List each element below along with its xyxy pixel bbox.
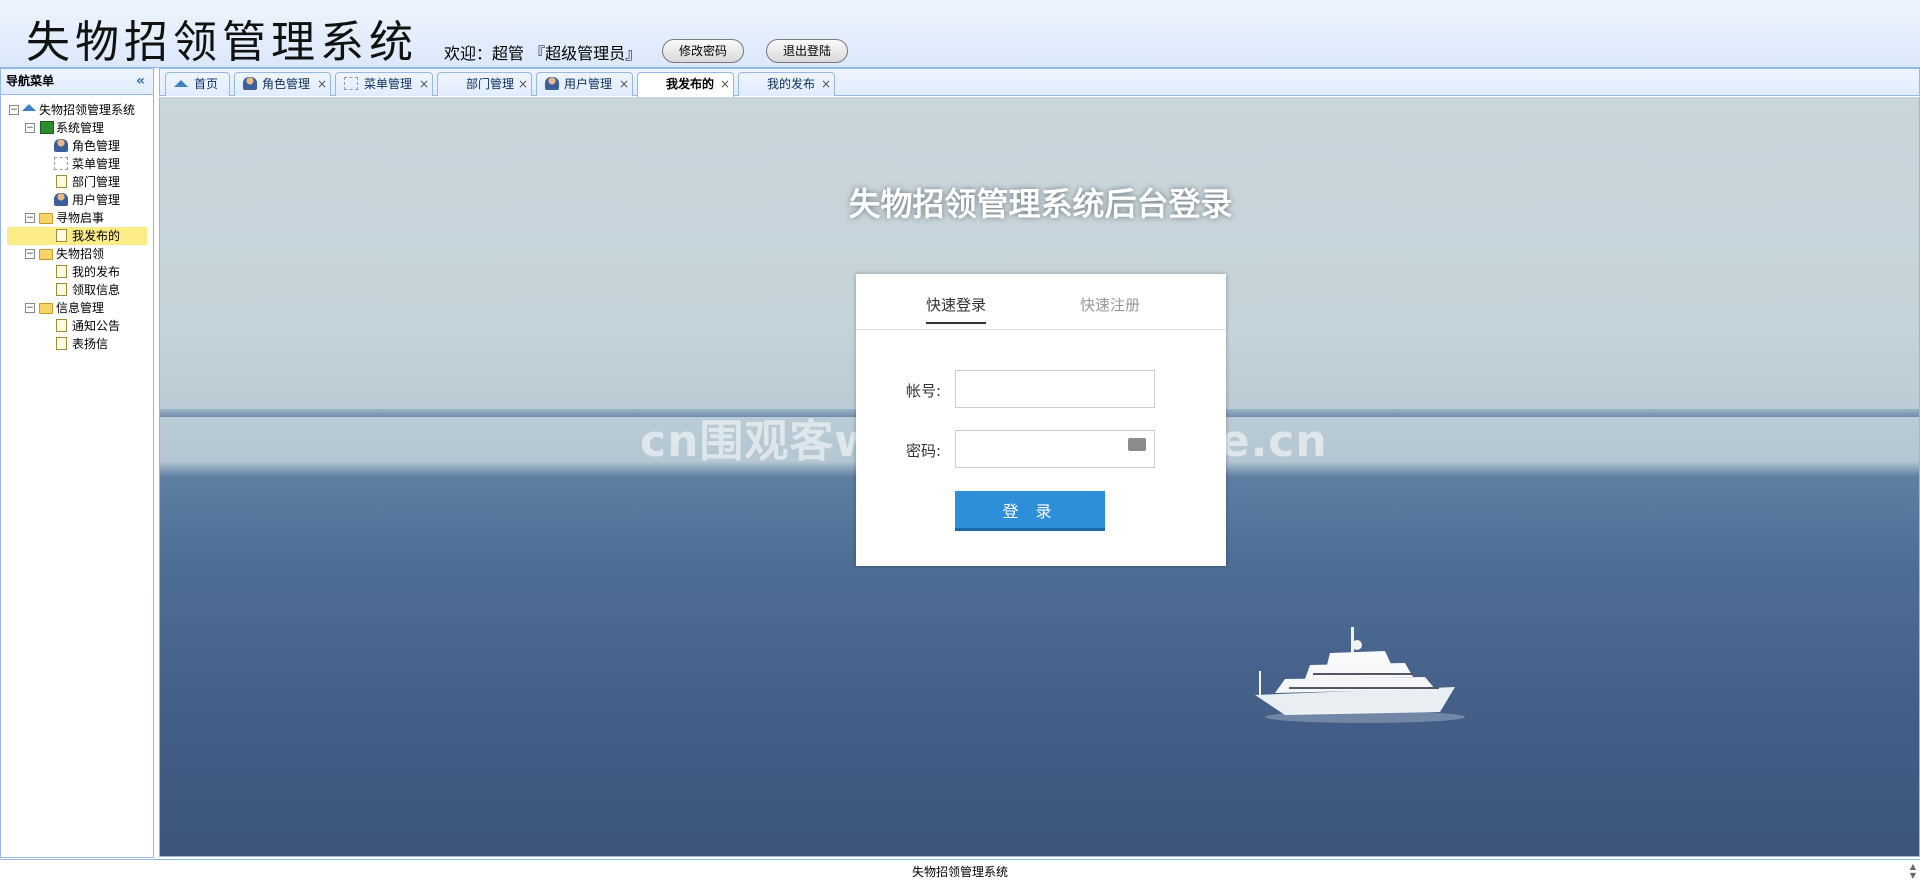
nav-tree: − 失物招领管理系统 − 系统管理 角色管理 菜单管理 部门管理 用户管理 − bbox=[1, 95, 153, 353]
double-chevron-left-icon[interactable]: « bbox=[136, 69, 145, 94]
home-icon bbox=[22, 104, 36, 111]
tree-item-claim-info[interactable]: 领取信息 bbox=[1, 281, 153, 299]
tab-label: 部门管理 bbox=[466, 77, 515, 91]
tree-item-label: 菜单管理 bbox=[72, 157, 121, 171]
tree-icon bbox=[54, 157, 68, 170]
tree-item-label: 我发布的 bbox=[72, 229, 121, 243]
tree-item-label: 用户管理 bbox=[72, 193, 121, 207]
folder-icon bbox=[39, 213, 53, 224]
tab-dept[interactable]: 部门管理 × bbox=[437, 72, 532, 96]
tree-group-info[interactable]: − 信息管理 bbox=[1, 299, 153, 317]
app-title: 失物招领管理系统 bbox=[26, 17, 418, 68]
tree-group-label: 信息管理 bbox=[56, 301, 105, 315]
file-icon bbox=[56, 337, 67, 350]
login-button[interactable]: 登 录 bbox=[955, 491, 1105, 531]
tab-label: 我的发布 bbox=[767, 77, 816, 91]
user-icon bbox=[54, 193, 68, 206]
tab-label: 菜单管理 bbox=[364, 77, 413, 91]
file-icon bbox=[56, 229, 67, 242]
sidebar: 导航菜单 « − 失物招领管理系统 − 系统管理 角色管理 菜单管理 部门管理 bbox=[0, 68, 154, 858]
user-icon bbox=[545, 77, 559, 90]
collapse-toggle-icon[interactable]: − bbox=[25, 213, 35, 223]
tree-group-label: 寻物启事 bbox=[56, 211, 105, 225]
tab-menu[interactable]: 菜单管理 × bbox=[335, 72, 433, 96]
tree-item-label: 部门管理 bbox=[72, 175, 121, 189]
close-icon[interactable]: × bbox=[720, 73, 730, 95]
tab-user[interactable]: 用户管理 × bbox=[536, 72, 633, 96]
login-box: 快速登录 快速注册 帐号: 密码: 登 录 bbox=[856, 274, 1226, 566]
login-title: 失物招领管理系统后台登录 bbox=[848, 185, 1233, 223]
file-icon bbox=[56, 283, 67, 296]
tree-item-menu[interactable]: 菜单管理 bbox=[1, 155, 153, 173]
tree-item-label: 我的发布 bbox=[72, 265, 121, 279]
tab-label: 我发布的 bbox=[666, 77, 715, 91]
tree-item-my-posts[interactable]: 我发布的 bbox=[7, 227, 147, 245]
footer: 失物招领管理系统 ▲ ▼ bbox=[0, 859, 1920, 884]
close-icon[interactable]: × bbox=[518, 73, 528, 95]
tree-root-label: 失物招领管理系统 bbox=[39, 103, 136, 117]
tab-role[interactable]: 角色管理 × bbox=[234, 72, 331, 96]
tree-group-lost-found[interactable]: − 失物招领 bbox=[1, 245, 153, 263]
home-icon bbox=[174, 80, 188, 87]
close-icon[interactable]: × bbox=[821, 73, 831, 95]
file-icon bbox=[56, 265, 67, 278]
tree-item-dept[interactable]: 部门管理 bbox=[1, 173, 153, 191]
collapse-toggle-icon[interactable]: − bbox=[25, 303, 35, 313]
collapse-toggle-icon[interactable]: − bbox=[25, 249, 35, 259]
tree-item-my-release[interactable]: 我的发布 bbox=[1, 263, 153, 281]
logout-button[interactable]: 退出登陆 bbox=[766, 39, 849, 63]
yacht-image bbox=[1255, 627, 1465, 723]
change-password-button[interactable]: 修改密码 bbox=[662, 39, 745, 63]
footer-text: 失物招领管理系统 bbox=[911, 865, 1008, 879]
file-icon bbox=[56, 175, 67, 188]
tree-group-seek[interactable]: − 寻物启事 bbox=[1, 209, 153, 227]
tab-quick-register[interactable]: 快速注册 bbox=[1080, 294, 1140, 315]
tab-my-posts[interactable]: 我发布的 × bbox=[637, 72, 734, 97]
close-icon[interactable]: × bbox=[619, 73, 629, 95]
tab-quick-login[interactable]: 快速登录 bbox=[926, 294, 987, 324]
tab-label: 首页 bbox=[194, 77, 219, 91]
password-input[interactable] bbox=[955, 430, 1155, 468]
close-icon[interactable]: × bbox=[317, 73, 327, 95]
tree-item-label: 表扬信 bbox=[72, 337, 109, 351]
header: 失物招领管理系统 欢迎：超管 『超级管理员』 修改密码 退出登陆 bbox=[0, 0, 1920, 68]
tab-label: 角色管理 bbox=[262, 77, 311, 91]
sidebar-title: 导航菜单 bbox=[6, 74, 55, 88]
user-icon bbox=[243, 77, 257, 90]
tree-group-system[interactable]: − 系统管理 bbox=[1, 119, 153, 137]
welcome-text: 欢迎：超管 『超级管理员』 bbox=[444, 44, 642, 63]
tree-group-label: 系统管理 bbox=[56, 121, 105, 135]
collapse-toggle-icon[interactable]: − bbox=[25, 123, 35, 133]
tree-icon bbox=[344, 77, 358, 90]
folder-icon bbox=[39, 303, 53, 314]
user-icon bbox=[54, 139, 68, 152]
tree-item-role[interactable]: 角色管理 bbox=[1, 137, 153, 155]
tree-item-user[interactable]: 用户管理 bbox=[1, 191, 153, 209]
keyboard-icon[interactable] bbox=[1128, 438, 1146, 451]
scroll-arrows-icon[interactable]: ▲ ▼ bbox=[1910, 862, 1916, 880]
tree-root[interactable]: − 失物招领管理系统 bbox=[1, 101, 153, 119]
tree-group-label: 失物招领 bbox=[56, 247, 105, 261]
content-panel: cn围观客www.weiguanke.cn 失物招领管理系统后台登录 快速登录 … bbox=[159, 97, 1920, 857]
tree-item-label: 领取信息 bbox=[72, 283, 121, 297]
tab-label: 用户管理 bbox=[564, 77, 613, 91]
account-label: 帐号: bbox=[906, 382, 942, 400]
tab-home[interactable]: 首页 bbox=[165, 72, 230, 96]
tree-item-label: 角色管理 bbox=[72, 139, 121, 153]
close-icon[interactable]: × bbox=[419, 73, 429, 95]
tab-my-release[interactable]: 我的发布 × bbox=[738, 72, 835, 96]
tab-bar: 首页 角色管理 × 菜单管理 × 部门管理 × 用户管理 × 我发布的 × 我的… bbox=[159, 68, 1920, 97]
tree-item-notice[interactable]: 通知公告 bbox=[1, 317, 153, 335]
collapse-toggle-icon[interactable]: − bbox=[9, 105, 19, 115]
system-icon bbox=[40, 121, 54, 134]
password-label: 密码: bbox=[906, 442, 942, 460]
tab-divider bbox=[856, 329, 1226, 330]
file-icon bbox=[56, 319, 67, 332]
sidebar-header: 导航菜单 « bbox=[1, 69, 153, 95]
account-input[interactable] bbox=[955, 370, 1155, 408]
tree-item-praise[interactable]: 表扬信 bbox=[1, 335, 153, 353]
tree-item-label: 通知公告 bbox=[72, 319, 121, 333]
folder-icon bbox=[39, 249, 53, 260]
